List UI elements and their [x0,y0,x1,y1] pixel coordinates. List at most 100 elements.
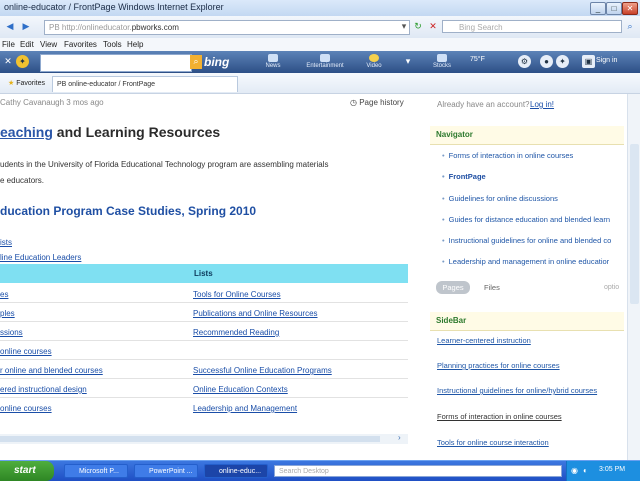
bing-logo: bing [204,55,230,69]
sidebar-link[interactable]: Forms of interaction in online courses [437,412,562,421]
search-icon[interactable]: ⌕ [624,20,636,33]
video-icon [369,54,379,62]
menu-file[interactable]: File [2,40,15,49]
toolbar-search-input[interactable] [40,54,192,72]
row-divider [0,378,408,379]
table-header-lists: Lists [194,269,213,278]
table-header: Lists [0,264,408,283]
menu-favorites[interactable]: Favorites [64,40,97,49]
desktop-search-input[interactable]: Search Desktop [274,465,562,477]
system-tray: ◉ ◐ 3:05 PM [566,461,640,481]
sidebar-heading: SideBar [436,316,467,325]
nav-item[interactable]: • Guidelines for online discussions [442,194,558,203]
refresh-icon[interactable]: ↻ [412,20,424,33]
favorites-label: Favorites [16,80,46,87]
table-right-link[interactable]: Tools for Online Courses [193,290,281,299]
toolbar-entertainment[interactable]: Entertainment [305,63,345,69]
more-chevron-icon[interactable]: ▾ [402,55,414,68]
nav-item-label: Instructional guidelines for online and … [448,236,612,245]
title-link[interactable]: eaching [0,124,53,140]
nav-item-label: FrontPage [448,172,486,181]
table-right-link[interactable]: Publications and Online Resources [193,309,318,318]
taskbar: start Microsoft P... PowerPoint ... onli… [0,460,640,481]
minimize-button[interactable]: _ [590,2,606,15]
scroll-right-icon[interactable]: › [398,433,401,442]
dropdown-icon[interactable]: ▾ [398,20,410,33]
weather-temp[interactable]: 75°F [470,56,485,63]
table-left-link[interactable]: ssions [0,328,23,337]
sidebar-link[interactable]: Instructional guidelines for online/hybr… [437,386,597,395]
maximize-button[interactable]: □ [606,2,622,15]
bing-toolbar: ✕ ✦ ⌕ bing News Entertainment Video ▾ St… [0,51,640,74]
address-input[interactable]: PB http://onlineducator.pbworks.com [44,20,410,35]
menu-edit[interactable]: Edit [20,40,34,49]
table-right-link[interactable]: Recommended Reading [193,328,279,337]
table-left-link[interactable]: online courses [0,404,52,413]
page-vertical-scrollbar[interactable] [627,94,640,460]
menu-help[interactable]: Help [127,40,143,49]
volume-icon[interactable]: ◐ [583,466,588,475]
account-text: Already have an account? [437,100,530,109]
task-powerpoint[interactable]: PowerPoint ... [134,464,198,478]
nav-item[interactable]: • Instructional guidelines for online and… [442,236,611,245]
task-online-educator[interactable]: online-educ... [204,464,268,478]
url-domain: pbworks.com [131,23,179,32]
toolbar-video[interactable]: Video [354,63,394,69]
browser-tab[interactable]: PB online-educator / FrontPage [52,76,238,92]
link-online-education-leaders[interactable]: line Education Leaders [0,253,81,262]
start-button[interactable]: start [0,461,54,481]
table-left-link[interactable]: online courses [0,347,52,356]
window-title: online-educator / FrontPage Windows Inte… [4,2,224,12]
sidebar-link[interactable]: Planning practices for online courses [437,361,560,370]
tab-files[interactable]: Files [484,283,500,292]
options-link[interactable]: optio [604,284,619,291]
favorites-button[interactable]: ★ Favorites [8,79,45,87]
sidebar-link[interactable]: Tools for online course interaction [437,438,549,447]
login-link[interactable]: Log in! [530,100,554,109]
nav-item-label: Guidelines for online discussions [448,194,558,203]
forward-icon[interactable]: ▶ [20,20,32,33]
nav-item[interactable]: • Forms of interaction in online courses [442,151,573,160]
bing-search-input[interactable]: Bing Search [442,20,622,33]
menu-view[interactable]: View [40,40,57,49]
back-icon[interactable]: ◀ [4,20,16,33]
tray-icon[interactable]: ◉ [571,466,578,475]
link-lists[interactable]: ists [0,238,12,247]
sign-in-link[interactable]: Sign in [596,57,617,64]
nav-item[interactable]: • Leadership and management in online edu… [442,257,609,266]
tools-icon[interactable]: ✦ [556,55,569,68]
table-left-link[interactable]: es [0,290,8,299]
toolbar-search-icon[interactable]: ⌕ [190,55,202,69]
task-microsoft[interactable]: Microsoft P... [64,464,128,478]
toolbar-stocks[interactable]: Stocks [422,63,462,69]
menu-bar: File Edit View Favorites Tools Help [0,38,640,52]
page-content: Cathy Cavanaugh 3 mos ago ◷ Page history… [0,94,627,460]
nav-item[interactable]: • Guides for distance education and blend… [442,215,610,224]
table-horizontal-scrollbar[interactable] [0,434,408,444]
scrollbar-thumb[interactable] [630,144,639,304]
close-toolbar-icon[interactable]: ✕ [2,55,14,68]
profile-icon[interactable]: ● [540,55,553,68]
table-right-link[interactable]: Leadership and Management [193,404,297,413]
page-history-link[interactable]: ◷ Page history [350,98,404,107]
settings-gear-icon[interactable]: ⚙ [518,55,531,68]
start-label: start [14,465,36,476]
toolbar-news[interactable]: News [253,63,293,69]
table-left-link[interactable]: ples [0,309,15,318]
table-left-link[interactable]: ered instructional design [0,385,87,394]
stop-icon[interactable]: ✕ [427,20,439,33]
menu-tools[interactable]: Tools [103,40,122,49]
nav-item-current[interactable]: • FrontPage [442,172,486,181]
close-button[interactable]: ✕ [622,2,638,15]
tab-pages[interactable]: Pages [436,281,470,294]
star-icon: ★ [8,80,15,87]
nav-item-label: Forms of interaction in online courses [448,151,574,160]
table-right-link[interactable]: Successful Online Education Programs [193,366,332,375]
sidebar-link[interactable]: Learner-centered instruction [437,336,531,345]
favorites-bar: ★ Favorites PB online-educator / FrontPa… [0,73,640,94]
table-right-link[interactable]: Online Education Contexts [193,385,288,394]
intro-line-1: udents in the University of Florida Educ… [0,160,329,169]
table-left-link[interactable]: r online and blended courses [0,366,103,375]
msn-logo-icon: ✦ [16,55,29,68]
scrollbar-thumb[interactable] [0,436,380,442]
